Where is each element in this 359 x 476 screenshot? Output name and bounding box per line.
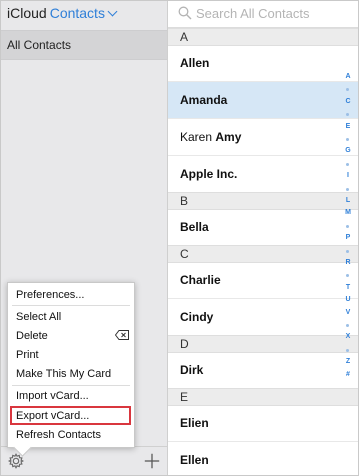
contact-name: Cindy [180, 310, 214, 324]
contact-row-dirk[interactable]: Dirk [168, 352, 358, 389]
delete-key-icon [115, 330, 129, 340]
index-dot[interactable] [346, 249, 349, 253]
plus-icon[interactable] [143, 452, 161, 470]
contact-name: Amanda [180, 93, 228, 107]
contact-row-bella[interactable]: Bella [168, 209, 358, 246]
export-vcard-highlight [10, 406, 131, 425]
contact-name: Charlie [180, 273, 221, 287]
menu-item-refresh-contacts[interactable]: Refresh Contacts [16, 429, 101, 441]
index-dot[interactable] [346, 187, 349, 191]
section-header-e: E [168, 388, 358, 406]
app-brand: iCloud [7, 5, 47, 21]
index-letter-z[interactable]: Z [343, 358, 353, 365]
contact-name: Karen Amy [180, 130, 242, 144]
menu-separator [12, 385, 130, 386]
sidebar-item-all-contacts[interactable]: All Contacts [1, 30, 167, 60]
menu-item-import-vcard[interactable]: Import vCard... [16, 390, 89, 402]
menu-item-delete[interactable]: Delete [16, 330, 48, 342]
contact-row-amanda[interactable]: Amanda [168, 82, 358, 119]
index-letter-c[interactable]: C [343, 98, 353, 105]
index-letter-v[interactable]: V [343, 309, 353, 316]
menu-separator [12, 305, 130, 306]
sidebar-item-label: All Contacts [7, 38, 72, 52]
contact-row-cindy[interactable]: Cindy [168, 299, 358, 336]
contact-row-apple-inc[interactable]: Apple Inc. [168, 156, 358, 193]
contacts-list-pane: A Allen Amanda Karen Amy Apple Inc. B Be… [168, 1, 358, 475]
contact-name: Dirk [180, 363, 204, 377]
index-dot[interactable] [346, 138, 349, 141]
chevron-down-icon [107, 6, 118, 17]
index-letter-hash[interactable]: # [343, 371, 353, 378]
contact-row-charlie[interactable]: Charlie [168, 262, 358, 299]
app-title[interactable]: iCloud Contacts [7, 5, 118, 21]
search-icon [178, 6, 192, 20]
contact-row-allen[interactable]: Allen [168, 45, 358, 82]
contact-row-ellen[interactable]: Ellen [168, 442, 358, 475]
index-dot[interactable] [346, 224, 349, 228]
section-letter: E [180, 390, 189, 404]
app-section: Contacts [49, 5, 105, 21]
section-header-d: D [168, 335, 358, 353]
menu-item-preferences[interactable]: Preferences... [16, 289, 84, 301]
index-letter-a[interactable]: A [343, 73, 353, 80]
index-letter-g[interactable]: G [343, 147, 353, 154]
index-letter-i[interactable]: I [343, 172, 353, 179]
menu-item-select-all[interactable]: Select All [16, 311, 61, 323]
search-bar [168, 1, 358, 28]
index-dot[interactable] [346, 324, 349, 327]
section-letter: C [180, 247, 189, 261]
contact-name: Allen [180, 56, 210, 70]
index-letter-m[interactable]: M [343, 209, 353, 216]
index-letter-r[interactable]: R [343, 259, 353, 266]
section-header-b: B [168, 192, 358, 210]
index-letter-e[interactable]: E [343, 123, 353, 130]
index-letter-u[interactable]: U [343, 296, 353, 303]
index-letter-l[interactable]: L [343, 197, 353, 204]
menu-item-make-my-card[interactable]: Make This My Card [16, 368, 111, 380]
index-letter-x[interactable]: X [343, 333, 353, 340]
contact-name: Apple Inc. [180, 167, 238, 181]
index-dot[interactable] [346, 348, 349, 352]
settings-menu: Preferences... Select All Delete Print M… [7, 282, 135, 457]
section-letter: B [180, 194, 189, 208]
contact-name: Elien [180, 416, 209, 430]
index-letter-p[interactable]: P [343, 234, 353, 241]
index-letter-t[interactable]: T [343, 284, 353, 291]
contact-name: Bella [180, 220, 209, 234]
contact-row-karen-amy[interactable]: Karen Amy [168, 119, 358, 156]
contact-row-elien[interactable]: Elien [168, 405, 358, 442]
section-header-c: C [168, 245, 358, 263]
section-letter: D [180, 337, 189, 351]
section-letter: A [180, 30, 189, 44]
contact-name: Ellen [180, 453, 209, 467]
search-input[interactable] [196, 4, 346, 22]
index-dot[interactable] [346, 162, 349, 166]
menu-item-print[interactable]: Print [16, 349, 39, 361]
section-header-a: A [168, 28, 358, 46]
contacts-window: iCloud Contacts All Contacts Preferences.… [0, 0, 359, 476]
